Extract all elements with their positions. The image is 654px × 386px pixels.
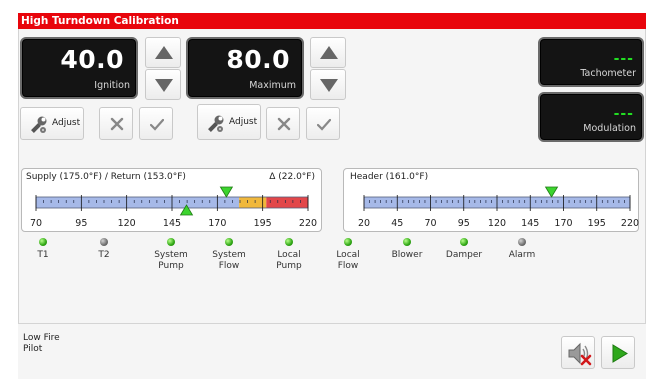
play-button[interactable] [601, 336, 635, 369]
checkmark-icon [150, 118, 164, 131]
maximum-increase-button[interactable] [310, 37, 346, 68]
status-line-2: Pilot [23, 344, 43, 354]
indicator-t1: T1 [16, 238, 70, 261]
indicator-label: Flow [218, 261, 240, 271]
wrench-icon [208, 115, 224, 132]
indicator-local-pump: Local Pump [262, 238, 316, 272]
indicator-label: Local [277, 250, 301, 260]
tick-label: 45 [391, 218, 403, 229]
status-led-icon [167, 238, 175, 246]
indicator-label: Local [336, 250, 360, 260]
maximum-decrease-button[interactable] [310, 69, 346, 100]
tick-label: 195 [588, 218, 606, 229]
tick-label: 70 [424, 218, 436, 229]
arrow-up-icon [320, 46, 338, 59]
supply-marker [219, 186, 234, 198]
close-icon [277, 117, 291, 131]
tick-label: 220 [621, 218, 639, 229]
modulation-value: --- [613, 106, 634, 122]
indicator-blower: Blower [380, 238, 434, 261]
indicator-label: Alarm [508, 250, 536, 260]
maximum-confirm-button[interactable] [306, 107, 340, 140]
indicator-label: System [212, 250, 246, 260]
maximum-value: 80.0 [226, 45, 290, 74]
maximum-readout: 80.0 Maximum [186, 37, 304, 99]
tick-label: 95 [75, 218, 87, 229]
ignition-confirm-button[interactable] [139, 107, 173, 140]
indicator-label: Flow [337, 261, 359, 271]
indicator-local-flow: Local Flow [321, 238, 375, 272]
indicator-t2: T2 [77, 238, 131, 261]
indicator-system-flow: System Flow [202, 238, 256, 272]
status-line-1: Low Fire [23, 333, 60, 343]
tick-label: 95 [458, 218, 470, 229]
play-icon [612, 344, 628, 363]
mute-icon [568, 342, 592, 366]
tachometer-label: Tachometer [580, 68, 636, 79]
ignition-adjust-button[interactable]: Adjust [20, 107, 84, 140]
tick-label: 120 [118, 218, 136, 229]
tick-label: 170 [554, 218, 572, 229]
header-gauge: Header (161.0°F) 20 45 70 95 120 145 170 195 220 [343, 168, 639, 232]
ignition-decrease-button[interactable] [145, 69, 181, 100]
tick-label: 145 [521, 218, 539, 229]
maximum-adjust-button[interactable]: Adjust [197, 104, 261, 140]
ignition-label: Ignition [94, 80, 130, 91]
tick-label: 220 [299, 218, 317, 229]
indicator-alarm: Alarm [495, 238, 549, 261]
ignition-value: 40.0 [60, 45, 124, 74]
tachometer-value: --- [613, 51, 634, 67]
arrow-down-icon [320, 79, 338, 92]
indicator-label: T2 [98, 250, 110, 260]
supply-return-scale: 70 95 120 145 170 195 220 [30, 186, 317, 229]
adjust-label: Adjust [52, 118, 81, 128]
maximum-label: Maximum [249, 80, 296, 91]
status-led-icon [225, 238, 233, 246]
status-footer: Low Fire Pilot [18, 323, 646, 379]
header-scale: 20 45 70 95 120 145 170 195 220 [358, 186, 639, 229]
status-led-icon [403, 238, 411, 246]
close-icon [110, 117, 124, 131]
indicator-label: Pump [158, 261, 184, 271]
adjust-label: Adjust [229, 117, 258, 127]
status-led-icon [344, 238, 352, 246]
indicator-label: System [154, 250, 188, 260]
ignition-increase-button[interactable] [145, 37, 181, 68]
indicator-label: Pump [276, 261, 302, 271]
gauge-zone [239, 197, 267, 208]
ignition-cancel-button[interactable] [99, 107, 133, 140]
modulation-readout: --- Modulation [538, 92, 644, 142]
gauge-zone [266, 197, 308, 208]
ignition-readout: 40.0 Ignition [20, 37, 138, 99]
title-bar: High Turndown Calibration [18, 13, 646, 29]
wrench-icon [31, 116, 47, 133]
indicator-label: T1 [37, 250, 49, 260]
page-title: High Turndown Calibration [21, 15, 179, 27]
arrow-down-icon [155, 79, 173, 92]
mute-button[interactable] [561, 336, 595, 369]
indicator-label: Blower [391, 250, 423, 260]
header-marker [544, 186, 559, 198]
tick-label: 20 [358, 218, 370, 229]
status-led-icon [100, 238, 108, 246]
status-led-icon [285, 238, 293, 246]
tick-label: 120 [488, 218, 506, 229]
tick-label: 145 [163, 218, 181, 229]
tick-label: 170 [208, 218, 226, 229]
status-led-icon [39, 238, 47, 246]
supply-return-gauge: Supply (175.0°F) / Return (153.0°F) Δ (2… [21, 168, 322, 232]
indicator-label: Damper [445, 250, 483, 260]
maximum-cancel-button[interactable] [266, 107, 300, 140]
tachometer-readout: --- Tachometer [538, 37, 644, 87]
status-text: Low Fire Pilot [23, 333, 60, 355]
status-led-icon [460, 238, 468, 246]
arrow-up-icon [155, 46, 173, 59]
indicator-system-pump: System Pump [144, 238, 198, 272]
indicator-damper: Damper [437, 238, 491, 261]
tick-label: 70 [30, 218, 42, 229]
modulation-label: Modulation [583, 123, 636, 134]
tick-label: 195 [254, 218, 272, 229]
checkmark-icon [317, 118, 331, 131]
status-led-icon [518, 238, 526, 246]
